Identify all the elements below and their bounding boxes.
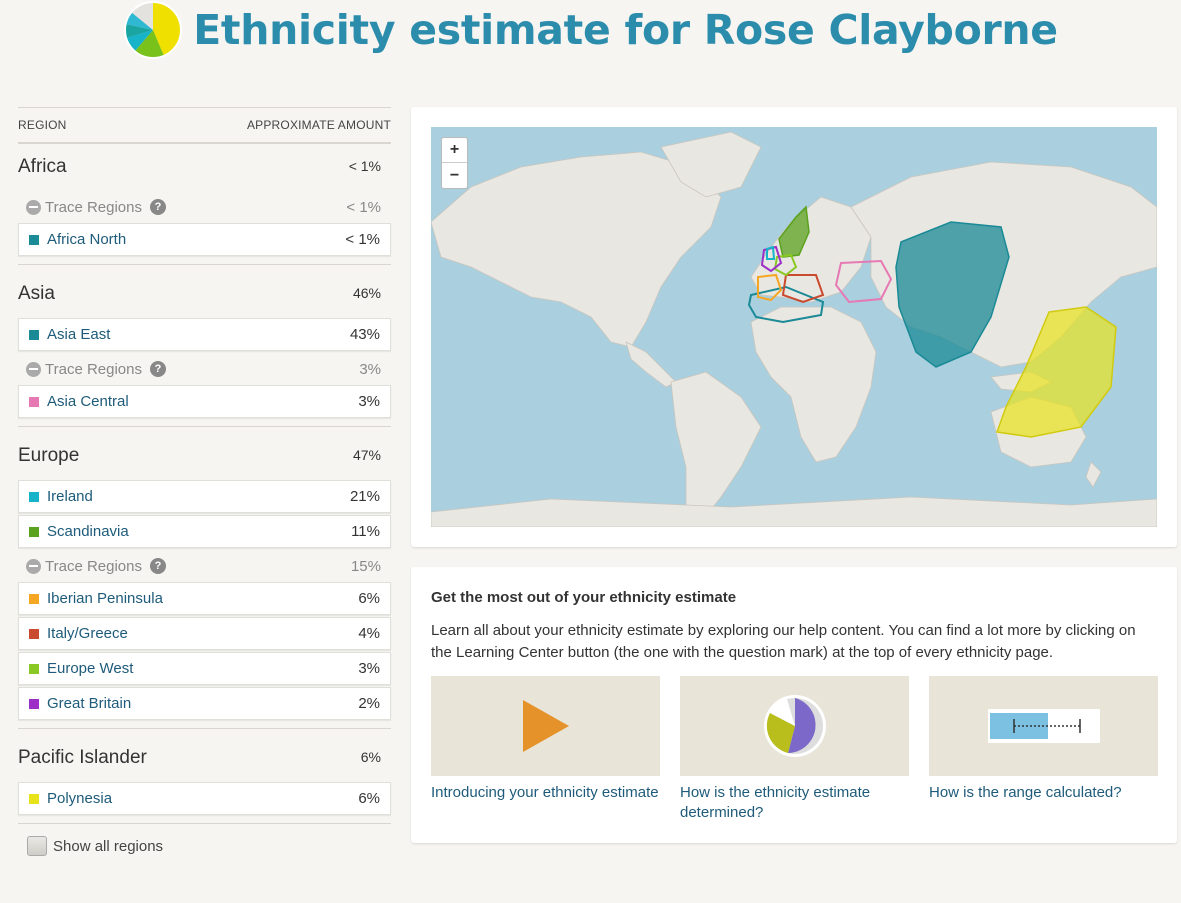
region-list: Region Approximate amount Africa < 1% Tr… (18, 107, 391, 856)
region-percent: 6% (358, 590, 380, 607)
region-ireland[interactable]: Ireland 21% (18, 480, 391, 513)
region-percent: < 1% (345, 231, 380, 248)
color-swatch (29, 491, 39, 502)
region-percent: 6% (358, 790, 380, 807)
group-percent: 46% (352, 285, 381, 301)
collapse-icon[interactable] (26, 361, 41, 377)
trace-label: Trace Regions (45, 557, 142, 575)
region-iberian-peninsula[interactable]: Iberian Peninsula 6% (18, 582, 391, 615)
region-asia-central[interactable]: Asia Central 3% (18, 385, 391, 418)
show-all-regions[interactable]: Show all regions (18, 836, 391, 856)
region-name[interactable]: Scandinavia (47, 523, 129, 540)
color-swatch (29, 663, 39, 674)
region-name[interactable]: Europe West (47, 660, 133, 677)
region-name[interactable]: Asia East (47, 326, 110, 343)
zoom-out-button[interactable]: − (442, 163, 467, 188)
trace-regions-toggle[interactable]: Trace Regions ? < 1% (18, 191, 391, 223)
region-percent: 21% (349, 488, 380, 505)
region-europe-west[interactable]: Europe West 3% (18, 652, 391, 685)
help-tile-range[interactable]: How is the range calculated? (929, 676, 1158, 823)
trace-percent: 15% (350, 557, 381, 575)
color-swatch (29, 329, 39, 340)
group-percent: 6% (360, 749, 381, 765)
region-name[interactable]: Africa North (47, 231, 126, 248)
region-percent: 11% (351, 523, 380, 540)
region-name[interactable]: Asia Central (47, 393, 129, 410)
ethnicity-map[interactable]: + − (431, 127, 1157, 527)
range-bar-icon (987, 709, 1100, 743)
help-icon[interactable]: ? (150, 558, 166, 574)
zoom-controls: + − (441, 137, 468, 189)
ethnicity-pie-icon (124, 1, 183, 59)
help-body: Learn all about your ethnicity estimate … (431, 622, 1136, 661)
color-swatch (29, 698, 39, 709)
table-header: Region Approximate amount (18, 107, 391, 144)
group-asia: Asia 46% Asia East 43% Trace Regions ? 3… (18, 271, 391, 427)
region-percent: 2% (358, 695, 380, 712)
help-card: Get the most out of your ethnicity estim… (411, 567, 1177, 843)
trace-label: Trace Regions (45, 360, 142, 378)
page-title: Ethnicity estimate for Rose Clayborne (193, 6, 1058, 54)
region-africa-north[interactable]: Africa North < 1% (18, 223, 391, 256)
color-swatch (29, 234, 39, 245)
group-percent: 47% (352, 447, 381, 463)
region-great-britain[interactable]: Great Britain 2% (18, 687, 391, 720)
trace-regions-toggle[interactable]: Trace Regions ? 15% (18, 550, 391, 582)
play-icon (522, 700, 569, 752)
show-all-label[interactable]: Show all regions (53, 838, 163, 855)
group-name: Pacific Islander (18, 747, 147, 768)
page-header: Ethnicity estimate for Rose Clayborne (0, 0, 1181, 60)
region-name[interactable]: Ireland (47, 488, 93, 505)
column-region: Region (18, 118, 67, 132)
world-map (431, 131, 1157, 527)
color-swatch (29, 396, 39, 407)
pie-chart-icon (763, 695, 826, 757)
help-title: Get the most out of your ethnicity estim… (431, 589, 737, 606)
color-swatch (29, 628, 39, 639)
range-thumbnail[interactable] (929, 676, 1158, 776)
zoom-in-button[interactable]: + (442, 138, 467, 163)
trace-regions-toggle[interactable]: Trace Regions ? 3% (18, 353, 391, 385)
color-swatch (29, 593, 39, 604)
region-name[interactable]: Great Britain (47, 695, 131, 712)
collapse-icon[interactable] (26, 558, 41, 574)
help-tiles: Introducing your ethnicity estimate How … (431, 676, 1158, 823)
help-tile-determined[interactable]: How is the ethnicity estimate determined… (680, 676, 909, 823)
group-name: Europe (18, 445, 80, 466)
collapse-icon[interactable] (26, 199, 41, 215)
group-name: Africa (18, 156, 67, 177)
group-pacific-islander: Pacific Islander 6% Polynesia 6% (18, 735, 391, 824)
trace-percent: < 1% (346, 198, 381, 216)
color-swatch (29, 526, 39, 537)
region-name[interactable]: Polynesia (47, 790, 112, 807)
region-asia-east[interactable]: Asia East 43% (18, 318, 391, 351)
pie-thumbnail[interactable] (680, 676, 909, 776)
group-percent: < 1% (348, 158, 381, 174)
trace-percent: 3% (359, 360, 381, 378)
region-name[interactable]: Iberian Peninsula (47, 590, 163, 607)
help-icon[interactable]: ? (150, 199, 166, 215)
group-name: Asia (18, 283, 55, 304)
region-percent: 4% (358, 625, 380, 642)
help-link[interactable]: How is the range calculated? (929, 783, 1158, 803)
region-scandinavia[interactable]: Scandinavia 11% (18, 515, 391, 548)
help-tile-introducing[interactable]: Introducing your ethnicity estimate (431, 676, 660, 823)
video-thumbnail[interactable] (431, 676, 660, 776)
region-name[interactable]: Italy/Greece (47, 625, 128, 642)
region-percent: 3% (358, 393, 380, 410)
trace-label: Trace Regions (45, 198, 142, 216)
column-amount: Approximate amount (246, 118, 391, 132)
region-italy-greece[interactable]: Italy/Greece 4% (18, 617, 391, 650)
help-link[interactable]: How is the ethnicity estimate determined… (680, 783, 909, 823)
region-percent: 3% (358, 660, 380, 677)
group-europe: Europe 47% Ireland 21% Scandinavia 11% T… (18, 433, 391, 729)
map-card: + − (411, 107, 1177, 547)
region-polynesia[interactable]: Polynesia 6% (18, 782, 391, 815)
show-all-checkbox[interactable] (27, 836, 47, 856)
help-icon[interactable]: ? (150, 361, 166, 377)
help-link[interactable]: Introducing your ethnicity estimate (431, 783, 660, 803)
group-africa: Africa < 1% Trace Regions ? < 1% Africa … (18, 144, 391, 265)
region-percent: 43% (349, 326, 380, 343)
color-swatch (29, 793, 39, 804)
